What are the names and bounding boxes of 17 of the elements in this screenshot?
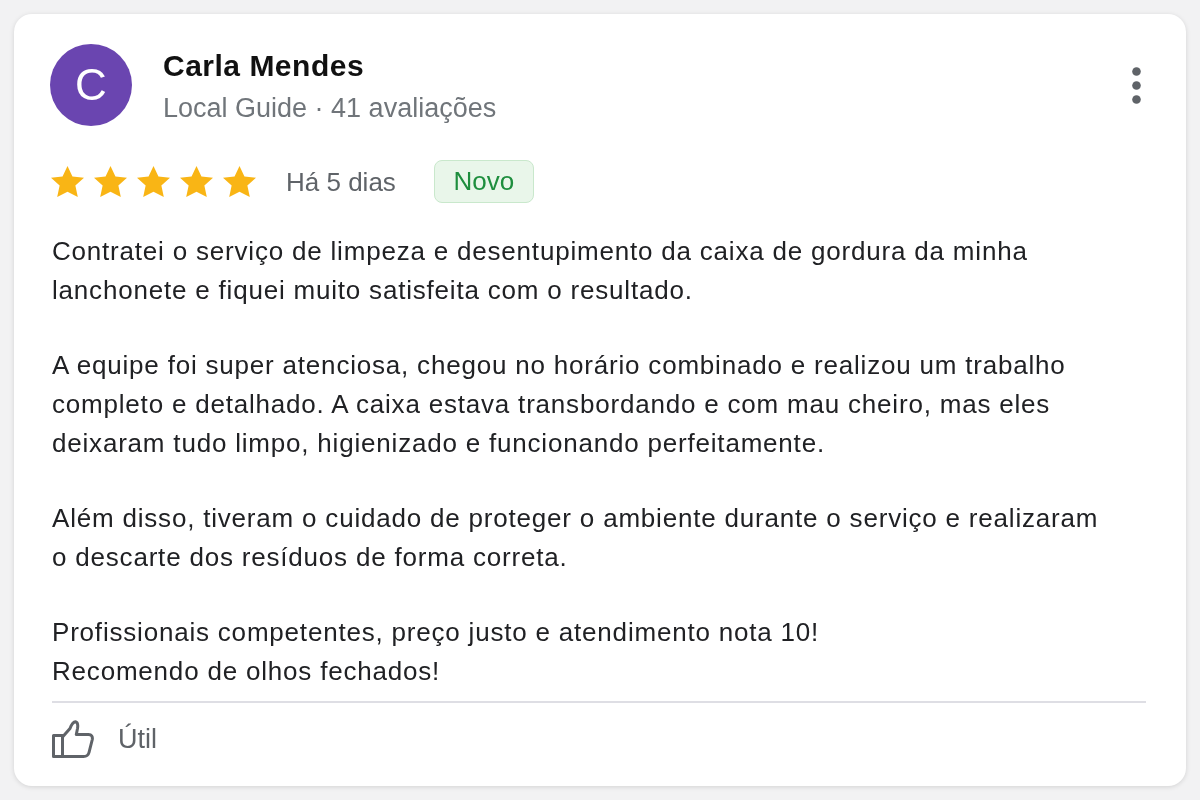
review-text: A equipe foi super atenciosa, chegou no horário combinado e realizou um trabalho completo e detalhado. A caixa estava transbordando e com mau cheiro, mas eles deixaram tudo limpo, higienizado e funcionando perfeitamente. [52,349,1067,460]
star-icon [94,165,127,198]
star-icon [51,165,84,198]
thumbs-up-icon [52,720,94,758]
review-text: Contratei o serviço de limpeza e desentupimento da caixa de gordura da minha lanchonete e fiquei muito satisfeita com o resultado. [52,235,1029,307]
helpful-button[interactable]: Útil [52,719,157,759]
review-text: Profissionais competentes, preço justo e atendimento nota 10! Recomendo de olhos fechados! [52,616,821,688]
review-date: Há 5 dias [286,165,396,198]
new-tag: Novo [433,160,534,203]
avatar: C [50,44,132,126]
more-icon [1132,67,1141,104]
review-text: Além disso, tiveram o cuidado de proteger o ambiente durante o serviço e realizaram o descarte dos resíduos de forma correta. [52,502,1100,574]
star-icon [223,165,256,198]
reviewer-info: Local Guide · 41 avaliações [163,92,498,125]
star-icon [137,165,170,198]
reviewer-name: Carla Mendes [163,48,366,84]
star-icon [180,165,213,198]
